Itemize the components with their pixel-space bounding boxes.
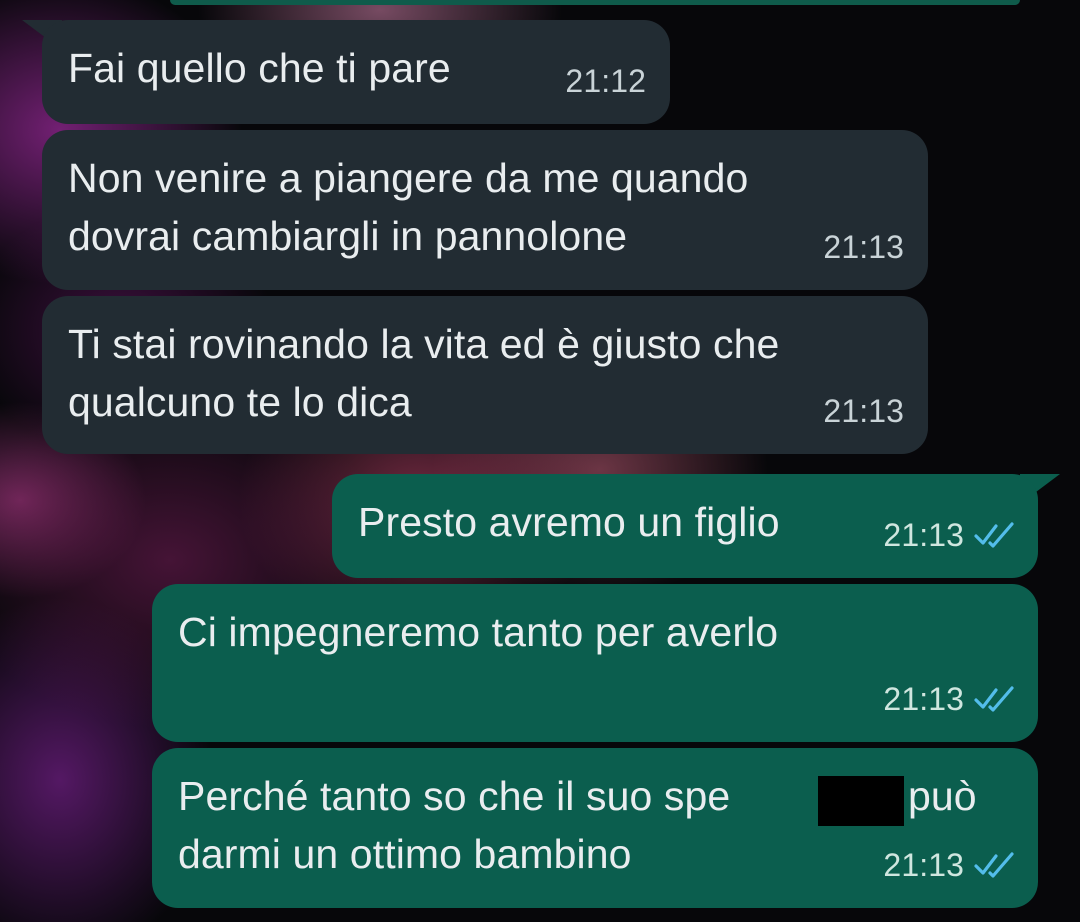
double-check-icon <box>974 852 1014 878</box>
message-text-line1-end: può <box>908 773 977 819</box>
message-time: 21:13 <box>823 393 904 429</box>
message-time: 21:13 <box>883 681 964 717</box>
message-bubble-outgoing[interactable]: Presto avremo un figlio 21:13 <box>332 474 1038 578</box>
message-bubble-incoming[interactable]: Non venire a piangere da me quando dovra… <box>42 130 928 290</box>
message-text: Ci impegneremo tanto per averlo <box>178 609 779 655</box>
message-bubble-outgoing[interactable]: Ci impegneremo tanto per averlo 21:13 <box>152 584 1038 742</box>
message-time: 21:13 <box>883 517 964 553</box>
message-meta: 21:13 <box>823 218 904 276</box>
message-text-line1-start: Perché tanto so che il suo spe <box>178 773 731 819</box>
message-meta: 21:12 <box>565 52 646 110</box>
message-time: 21:13 <box>823 229 904 265</box>
message-text-line2: darmi un ottimo bambino <box>178 831 632 877</box>
message-meta: 21:13 <box>883 506 1016 564</box>
message-meta: 21:13 <box>883 836 1016 894</box>
message-bubble-outgoing[interactable]: Perché tanto so che il suo spe può darmi… <box>152 748 1038 908</box>
redaction-box <box>818 776 904 826</box>
double-check-icon <box>974 522 1014 548</box>
message-time: 21:12 <box>565 63 646 99</box>
message-meta: 21:13 <box>883 670 1016 728</box>
message-meta: 21:13 <box>823 382 904 440</box>
message-text: Presto avremo un figlio <box>358 499 780 545</box>
message-text: Non venire a piangere da me quando dovra… <box>68 155 749 259</box>
message-text: Fai quello che ti pare <box>68 45 451 91</box>
message-time: 21:13 <box>883 847 964 883</box>
message-text: Ti stai rovinando la vita ed è giusto ch… <box>68 321 780 425</box>
double-check-icon <box>974 686 1014 712</box>
message-bubble-incoming[interactable]: Fai quello che ti pare 21:12 <box>42 20 670 124</box>
message-bubble-incoming[interactable]: Ti stai rovinando la vita ed è giusto ch… <box>42 296 928 454</box>
previous-message-edge <box>170 0 1020 5</box>
